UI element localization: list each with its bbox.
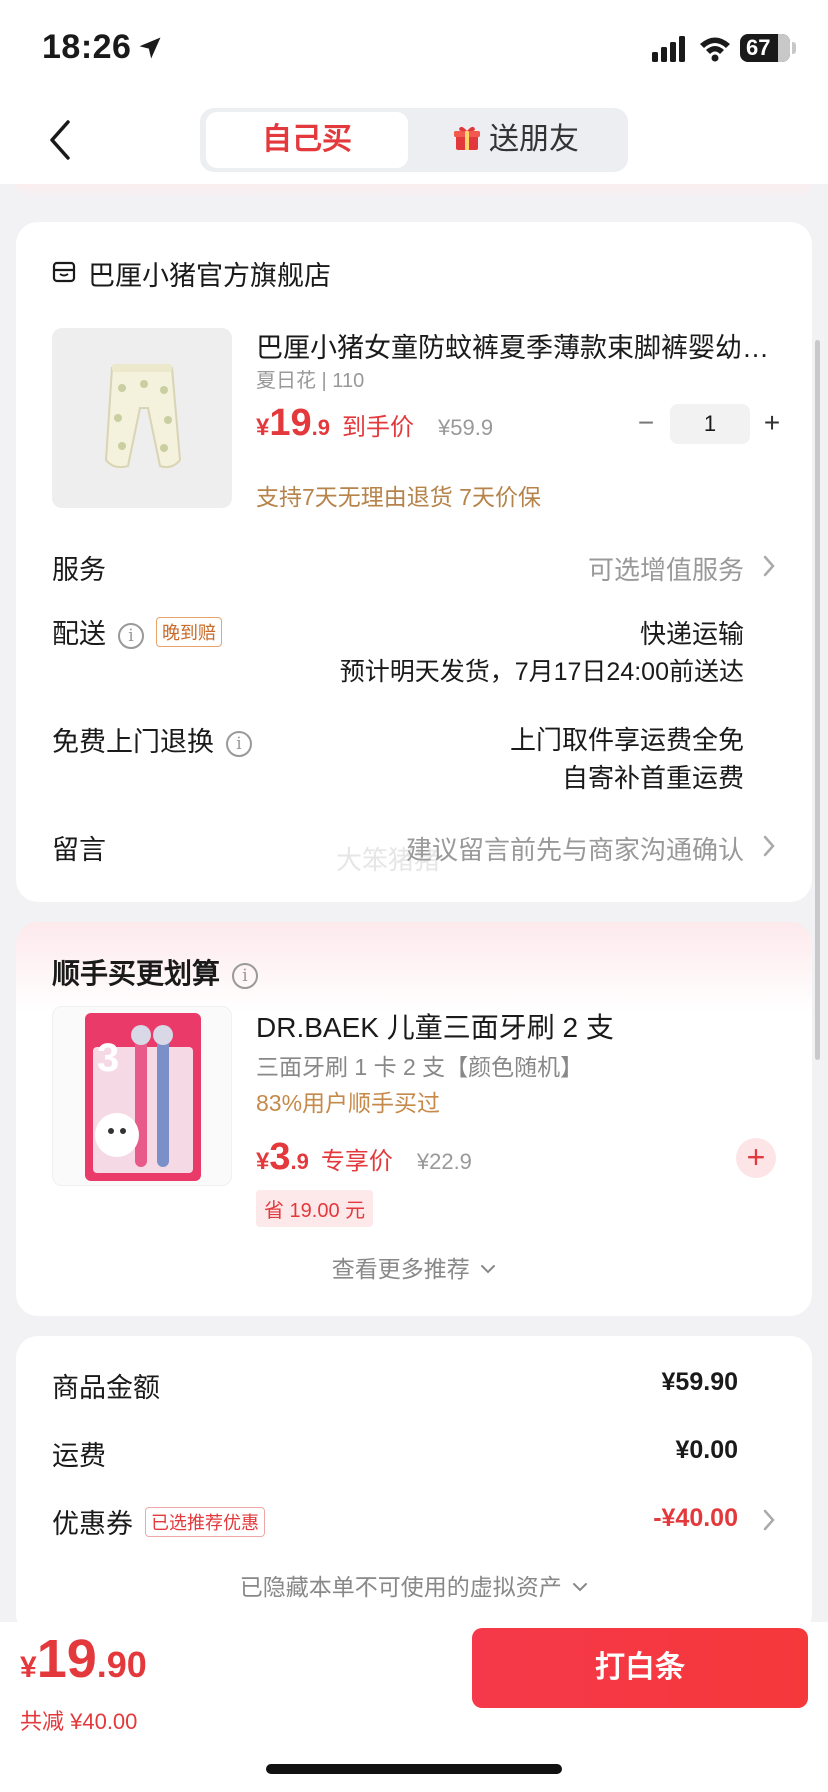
delivery-row: 配送 i 晚到赔 [52,612,222,651]
home-indicator[interactable] [266,1764,562,1774]
address-card-edge [16,184,812,200]
bundle-price-symbol: ¥ [256,1148,270,1175]
coupon-label: 优惠券 [52,1509,133,1539]
info-icon[interactable]: i [232,963,259,989]
bundle-price-tag: 专享价 [320,1148,393,1175]
add-bundle-button[interactable]: + [736,1138,776,1178]
freight-value: ¥0.00 [675,1436,738,1464]
total-decimal: .90 [96,1644,147,1685]
pay-button[interactable]: 打白条 [472,1628,808,1708]
battery-icon: 67 [740,34,790,62]
more-recommendations-label: 查看更多推荐 [331,1256,470,1282]
return-line-1: 上门取件享运费全免 [509,725,744,755]
signal-icon [652,36,685,62]
price-tag: 到手价 [342,414,414,441]
back-icon[interactable] [42,116,78,164]
freight-label: 运费 [52,1441,106,1471]
tab-gift-label: 送朋友 [489,123,579,156]
svg-text:3: 3 [97,1036,119,1080]
bundle-product-spec: 三面牙刷 1 卡 2 支【颜色随机】 [256,1054,584,1080]
order-card: 巴厘小猪官方旗舰店 巴厘小猪女童防蚊裤夏季薄款束脚裤婴幼… 夏日花 | 110 … [16,222,812,902]
price-symbol: ¥ [256,414,270,441]
goods-amount-label: 商品金额 [52,1373,160,1403]
bundle-price-decimal: .9 [290,1149,309,1174]
chevron-down-icon [573,1583,588,1592]
more-recommendations[interactable]: 查看更多推荐 [16,1250,812,1284]
toothbrush-image: 3 [85,1013,201,1181]
bundle-price-integer: 3 [269,1136,291,1178]
nav-bar: 自己买 送朋友 [0,96,828,184]
return-row: 免费上门退换 i [52,720,252,759]
status-time: 18:26 [42,28,132,66]
price-integer: 19 [269,402,312,444]
bundle-buy-rate: 83%用户顺手买过 [256,1090,441,1116]
bundle-price: ¥3.9 专享价 ¥22.9 [256,1136,472,1180]
bundle-product-name[interactable]: DR.BAEK 儿童三面牙刷 2 支 [256,1006,614,1046]
coupon-badge: 已选推荐优惠 [145,1507,265,1537]
quantity-stepper: − 1 + [616,404,786,444]
pants-image [104,364,182,469]
total-integer: 19 [36,1629,97,1689]
info-icon[interactable]: i [226,731,252,757]
product-image[interactable] [52,328,232,508]
delivery-method: 快递运输 [639,619,744,649]
product-title[interactable]: 巴厘小猪女童防蚊裤夏季薄款束脚裤婴幼… [256,326,776,365]
shop-icon [52,261,76,283]
wifi-icon [700,37,730,62]
save-badge: 省 19.00 元 [256,1190,374,1227]
price-decimal: .9 [311,415,330,440]
battery-tip [792,42,796,54]
tab-self-buy[interactable]: 自己买 [206,112,408,168]
bundle-title-row: 顺手买更划算 i [52,952,259,992]
summary-card: 商品金额 ¥59.90 运费 ¥0.00 优惠券 已选推荐优惠 -¥40.00 已… [16,1336,812,1636]
hidden-assets-toggle[interactable]: 已隐藏本单不可使用的虚拟资产 [16,1568,812,1602]
hidden-assets-label: 已隐藏本单不可使用的虚拟资产 [239,1574,562,1600]
price-original: ¥59.9 [438,415,494,440]
chevron-right-icon[interactable] [762,1508,776,1532]
scrollbar[interactable] [815,340,820,1060]
goods-amount-value: ¥59.90 [661,1368,738,1396]
bundle-card: 顺手买更划算 i 3 DR.BAEK 儿童三面牙刷 2 支 三面牙刷 1 卡 2 … [16,922,812,1316]
chevron-down-icon [481,1265,496,1274]
bundle-price-original: ¥22.9 [416,1149,472,1174]
chevron-right-icon[interactable] [762,554,776,578]
total-symbol: ¥ [20,1651,37,1684]
message-label: 留言 [52,835,106,865]
tab-gift-friend[interactable]: 送朋友 [410,112,622,168]
decrease-button[interactable]: − [626,404,666,444]
increase-button[interactable]: + [752,404,792,444]
late-compensation-badge: 晚到赔 [156,617,222,647]
return-label: 免费上门退换 [52,727,214,757]
service-value[interactable]: 可选增值服务 [588,550,744,587]
info-icon[interactable]: i [118,623,144,649]
product-spec[interactable]: 夏日花 | 110 [256,364,364,393]
location-arrow-icon [139,37,161,59]
checkout-bar: ¥19.90 共减 ¥40.00 打白条 [0,1622,828,1792]
purchase-mode-switch: 自己买 送朋友 [200,108,628,172]
delivery-label: 配送 [52,619,106,649]
coupon-value[interactable]: -¥40.00 [653,1504,738,1533]
delivery-eta: 预计明天发货，7月17日24:00前送达 [339,658,744,686]
shop-name[interactable]: 巴厘小猪官方旗舰店 [88,254,331,293]
return-line-2: 自寄补首重运费 [561,763,744,793]
message-input[interactable]: 建议留言前先与商家沟通确认 [406,830,744,867]
service-label: 服务 [52,555,106,585]
guarantee-text: 支持7天无理由退货 7天价保 [256,484,541,510]
chevron-right-icon[interactable] [762,834,776,858]
bundle-title: 顺手买更划算 [52,958,221,989]
gift-icon [454,126,480,150]
status-bar: 18:26 67 [0,0,828,96]
product-price: ¥19.9 到手价 ¥59.9 [256,402,493,446]
coupon-row: 优惠券 已选推荐优惠 [52,1502,265,1541]
quantity-value[interactable]: 1 [670,404,750,444]
total-reduced: 共减 ¥40.00 [20,1709,138,1734]
bundle-product-image[interactable]: 3 [52,1006,232,1186]
total-price: ¥19.90 [20,1628,147,1690]
